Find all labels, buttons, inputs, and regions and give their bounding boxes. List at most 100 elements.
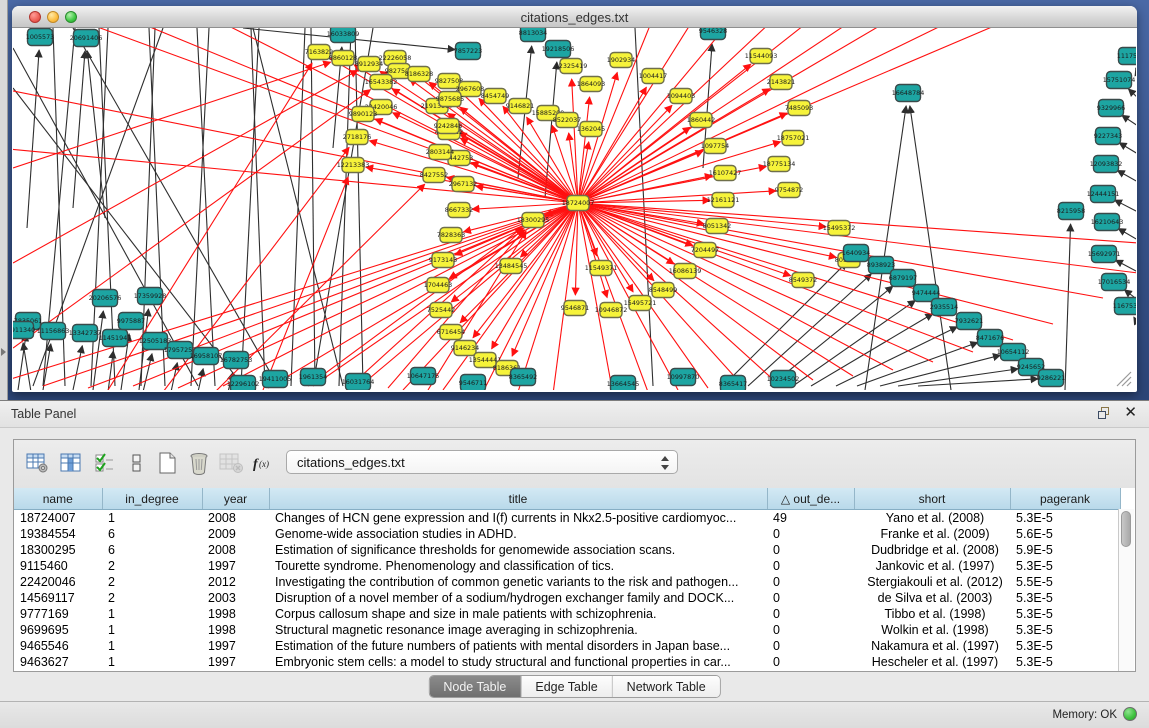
new-file-icon[interactable]	[152, 448, 182, 478]
graph-node[interactable]: 8667332	[445, 203, 473, 218]
column-selector-icon[interactable]	[56, 448, 86, 478]
cell-name[interactable]: 9463627	[14, 654, 102, 670]
graph-node[interactable]: 19411005	[259, 371, 292, 388]
graph-node[interactable]: 16031764	[342, 374, 375, 391]
cell-in_degree[interactable]: 1	[102, 606, 202, 622]
cell-out[interactable]: 0	[767, 622, 854, 638]
table-row[interactable]: 1456911722003Disruption of a novel membe…	[14, 590, 1120, 606]
table-row[interactable]: 946554611997Estimation of the future num…	[14, 638, 1120, 654]
column-header-in_degree[interactable]: in_degree	[102, 488, 202, 510]
graph-node[interactable]: 12444151	[1087, 186, 1120, 203]
memory-status-icon[interactable]	[1123, 707, 1137, 721]
graph-node[interactable]: 7485093	[785, 101, 813, 116]
cell-short[interactable]: Yano et al. (2008)	[854, 510, 1010, 527]
graph-node[interactable]: 7932621	[955, 313, 983, 330]
graph-node[interactable]: 8427552	[420, 168, 448, 183]
graph-node[interactable]: 9173143	[429, 253, 457, 268]
cell-title[interactable]: Investigating the contribution of common…	[269, 574, 767, 590]
cell-in_degree[interactable]: 1	[102, 638, 202, 654]
graph-node[interactable]: 12213383	[337, 158, 370, 173]
graph-node[interactable]: 1005573	[26, 29, 54, 46]
delete-trash-icon[interactable]	[184, 448, 214, 478]
graph-node[interactable]: 1097754	[701, 139, 729, 154]
cell-short[interactable]: Franke et al. (2009)	[854, 526, 1010, 542]
graph-node[interactable]: 2718176	[343, 130, 371, 145]
cell-pagerank[interactable]: 5.3E-5	[1010, 558, 1120, 574]
graph-node[interactable]: 8051342	[703, 219, 731, 234]
float-window-icon[interactable]	[1098, 407, 1111, 420]
graph-node[interactable]: 20206576	[89, 290, 122, 307]
network-window-titlebar[interactable]: citations_edges.txt	[12, 6, 1137, 28]
close-icon[interactable]: ✕	[1124, 405, 1137, 421]
graph-node[interactable]: 9975887	[117, 313, 145, 330]
graph-node[interactable]: 8215958	[1057, 203, 1085, 220]
graph-node[interactable]: 8548499	[649, 283, 677, 298]
cell-year[interactable]: 1997	[202, 558, 269, 574]
cell-short[interactable]: Tibbo et al. (1998)	[854, 606, 1010, 622]
graph-node[interactable]: 7828363	[437, 228, 465, 243]
cell-name[interactable]: 18724007	[14, 510, 102, 527]
column-header-title[interactable]: title	[269, 488, 767, 510]
cell-out[interactable]: 0	[767, 606, 854, 622]
cell-in_degree[interactable]: 6	[102, 526, 202, 542]
cell-title[interactable]: Tourette syndrome. Phenomenology and cla…	[269, 558, 767, 574]
cell-short[interactable]: Nakamura et al. (1997)	[854, 638, 1010, 654]
cell-in_degree[interactable]: 2	[102, 590, 202, 606]
cell-year[interactable]: 2008	[202, 542, 269, 558]
cell-pagerank[interactable]: 5.3E-5	[1010, 606, 1120, 622]
table-row[interactable]: 969969511998Structural magnetic resonanc…	[14, 622, 1120, 638]
cell-name[interactable]: 9777169	[14, 606, 102, 622]
cell-out[interactable]: 0	[767, 526, 854, 542]
graph-node[interactable]: 18775134	[763, 157, 796, 172]
cell-name[interactable]: 22420046	[14, 574, 102, 590]
graph-node[interactable]: 16782753	[220, 352, 253, 369]
cell-title[interactable]: Estimation of the future numbers of pati…	[269, 638, 767, 654]
graph-node[interactable]: 1902934	[607, 53, 635, 68]
graph-node[interactable]: 9329966	[1097, 100, 1125, 117]
cell-out[interactable]: 0	[767, 574, 854, 590]
cell-short[interactable]: Hescheler et al. (1997)	[854, 654, 1010, 670]
cell-out[interactable]: 0	[767, 654, 854, 670]
cell-title[interactable]: Embryonic stem cells: a model to study s…	[269, 654, 767, 670]
cell-out[interactable]: 0	[767, 638, 854, 654]
cell-year[interactable]: 1997	[202, 654, 269, 670]
graph-node[interactable]: 13484545	[495, 259, 528, 274]
cell-pagerank[interactable]: 5.3E-5	[1010, 510, 1120, 527]
graph-node[interactable]: 11451947	[99, 330, 132, 347]
graph-node[interactable]: 1004417	[639, 69, 667, 84]
graph-node[interactable]: 10234502	[767, 371, 800, 388]
table-row[interactable]: 1830029562008Estimation of significance …	[14, 542, 1120, 558]
cell-name[interactable]: 14569117	[14, 590, 102, 606]
cell-in_degree[interactable]: 2	[102, 558, 202, 574]
column-header-short[interactable]: short	[854, 488, 1010, 510]
graph-node[interactable]: 2935514	[930, 299, 958, 316]
cell-year[interactable]: 2008	[202, 510, 269, 527]
graph-node[interactable]: 20691406	[70, 30, 103, 47]
graph-node[interactable]: 7857223	[454, 43, 482, 60]
graph-node[interactable]: 8365417	[719, 376, 747, 391]
graph-node[interactable]: 9227343	[1094, 128, 1122, 145]
graph-node[interactable]: 11156863	[37, 323, 70, 340]
table-row[interactable]: 1872400712008Changes of HCN gene express…	[14, 510, 1120, 527]
table-scrollbar-thumb[interactable]	[1121, 511, 1131, 547]
cell-year[interactable]: 2009	[202, 526, 269, 542]
graph-node[interactable]: 8365492	[509, 369, 537, 386]
cell-name[interactable]: 9699695	[14, 622, 102, 638]
cell-out[interactable]: 49	[767, 510, 854, 527]
cell-title[interactable]: Estimation of significance thresholds fo…	[269, 542, 767, 558]
cell-short[interactable]: de Silva et al. (2003)	[854, 590, 1010, 606]
cell-name[interactable]: 9115460	[14, 558, 102, 574]
graph-node[interactable]: 18757021	[777, 131, 810, 146]
column-header-name[interactable]: name	[14, 488, 102, 510]
graph-node[interactable]: 10997870	[667, 369, 700, 386]
cell-pagerank[interactable]: 5.3E-5	[1010, 590, 1120, 606]
cell-name[interactable]: 9465546	[14, 638, 102, 654]
row-select-checks-icon[interactable]	[90, 448, 120, 478]
column-header-out_de[interactable]: △ out_de...	[767, 488, 854, 510]
cell-year[interactable]: 1998	[202, 606, 269, 622]
graph-node[interactable]: 19218506	[542, 41, 575, 58]
table-row[interactable]: 2242004622012Investigating the contribut…	[14, 574, 1120, 590]
graph-node[interactable]: 9546871	[561, 301, 589, 316]
graph-node[interactable]: 9890123	[349, 107, 377, 122]
cell-pagerank[interactable]: 5.5E-5	[1010, 574, 1120, 590]
